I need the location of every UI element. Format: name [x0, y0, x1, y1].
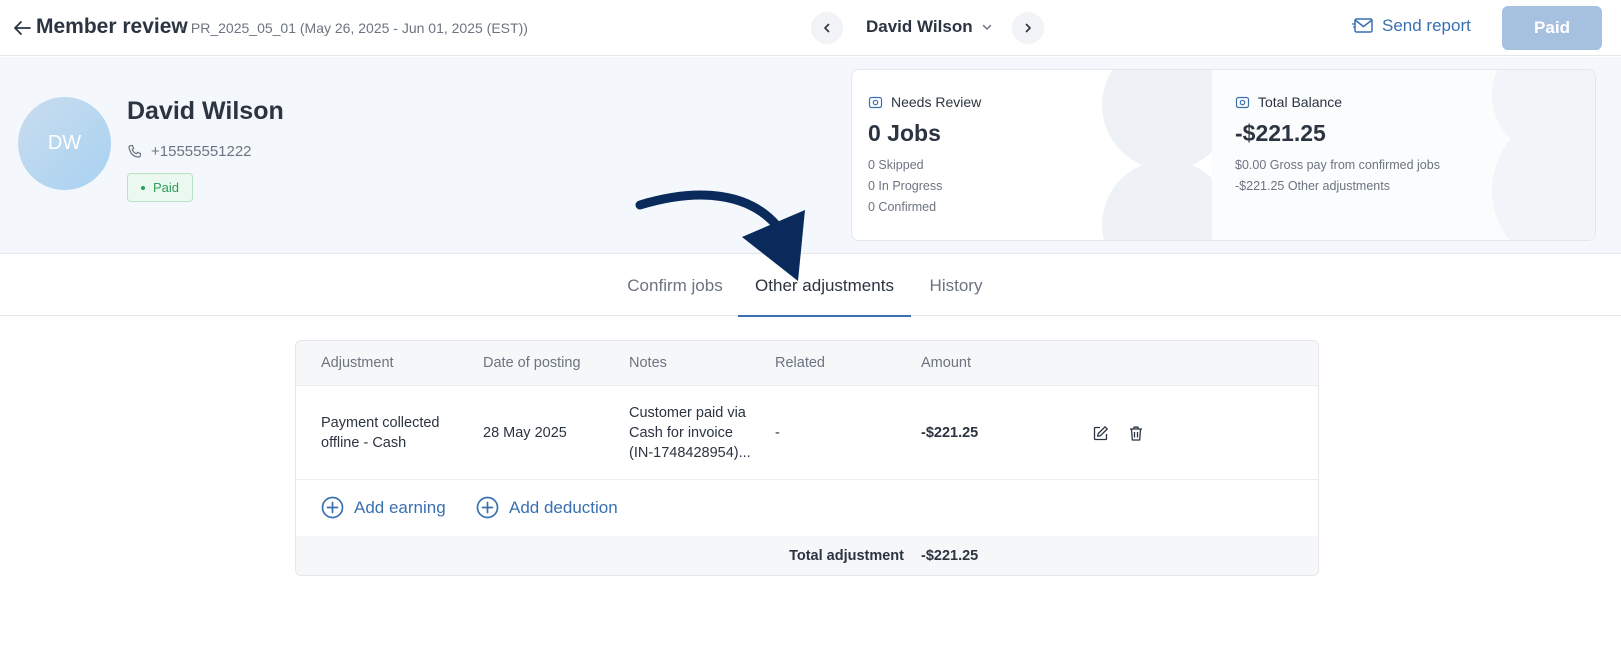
needs-review-summary: Needs Review 0 Jobs 0 Skipped 0 In Progr…	[868, 94, 981, 218]
send-report-button[interactable]: Send report	[1352, 16, 1471, 36]
column-header-adjustment: Adjustment	[321, 355, 394, 371]
plus-circle-icon	[321, 496, 344, 519]
table-row: Payment collected offline - Cash 28 May …	[296, 386, 1318, 480]
cell-related: -	[775, 425, 780, 441]
status-badge: Paid	[127, 173, 194, 202]
chevron-left-icon	[824, 23, 830, 33]
send-report-label: Send report	[1382, 16, 1471, 35]
tab-bar: Confirm jobs Other adjustments History	[0, 255, 1621, 317]
cell-notes-line: Cash for invoice	[629, 425, 733, 441]
other-adjustments-line: -$221.25 Other adjustments	[1235, 179, 1390, 193]
add-earning-button[interactable]: Add earning	[321, 496, 446, 519]
page-title: Member review	[36, 15, 188, 38]
total-row: Total adjustment -$221.25	[296, 536, 1318, 575]
in-progress-count: 0 In Progress	[868, 179, 943, 193]
tab-history[interactable]: History	[920, 255, 992, 316]
cell-adjustment-line: offline - Cash	[321, 435, 407, 451]
member-select[interactable]: David Wilson	[866, 17, 993, 37]
member-phone-text: +15555551222	[151, 143, 252, 160]
edit-icon[interactable]	[1089, 422, 1111, 444]
active-tab-indicator	[738, 315, 911, 317]
total-adjustment-value: -$221.25	[921, 548, 979, 564]
total-balance-details: $0.00 Gross pay from confirmed jobs -$22…	[1235, 155, 1440, 197]
column-header-date: Date of posting	[483, 355, 581, 371]
cell-date: 28 May 2025	[483, 425, 567, 441]
skipped-count: 0 Skipped	[868, 158, 924, 172]
paid-button[interactable]: Paid	[1502, 6, 1602, 50]
needs-review-label: Needs Review	[868, 94, 981, 110]
pay-period-text: PR_2025_05_01 (May 26, 2025 - Jun 01, 20…	[190, 20, 528, 36]
confirmed-count: 0 Confirmed	[868, 200, 937, 214]
gear-icon	[1235, 96, 1250, 108]
member-select-label: David Wilson	[866, 17, 973, 36]
tab-other-adjustments-label: Other adjustments	[755, 275, 894, 295]
avatar: DW	[18, 97, 111, 190]
chevron-down-icon	[982, 24, 991, 30]
trash-icon[interactable]	[1125, 422, 1147, 444]
avatar-initials: DW	[47, 132, 82, 154]
previous-member-button[interactable]	[811, 12, 843, 44]
phone-icon	[128, 144, 142, 158]
add-deduction-button[interactable]: Add deduction	[476, 496, 618, 519]
cell-adjustment: Payment collected offline - Cash	[321, 413, 439, 453]
column-header-notes: Notes	[629, 355, 667, 371]
member-header: DW David Wilson +15555551222 Paid Needs …	[0, 57, 1621, 254]
total-balance-label-text: Total Balance	[1258, 94, 1343, 110]
cell-adjustment-line: Payment collected	[321, 415, 440, 431]
table-header: Adjustment Date of posting Notes Related…	[296, 341, 1318, 386]
gear-icon	[868, 96, 883, 108]
status-dot	[141, 185, 145, 190]
add-actions-row: Add earning Add deduction	[296, 480, 1318, 536]
total-balance-label: Total Balance	[1235, 94, 1440, 110]
member-phone: +15555551222	[127, 143, 252, 160]
top-bar: Member review • PR_2025_05_01 (May 26, 20…	[0, 0, 1621, 56]
arrow-left-icon[interactable]	[10, 16, 34, 40]
needs-review-label-text: Needs Review	[891, 94, 982, 110]
needs-review-value: 0 Jobs	[868, 120, 941, 146]
envelope-icon	[1352, 18, 1373, 33]
next-member-button[interactable]	[1012, 12, 1044, 44]
column-header-related: Related	[775, 355, 825, 371]
cell-notes-line: Customer paid via	[629, 405, 746, 421]
column-header-amount: Amount	[921, 355, 971, 371]
cell-amount: -$221.25	[921, 425, 979, 441]
cell-notes: Customer paid via Cash for invoice (IN-1…	[629, 403, 751, 463]
add-earning-label: Add earning	[354, 497, 446, 517]
needs-review-details: 0 Skipped 0 In Progress 0 Confirmed	[868, 155, 981, 218]
plus-circle-icon	[476, 496, 499, 519]
status-badge-label: Paid	[153, 180, 180, 195]
tab-other-adjustments[interactable]: Other adjustments	[738, 255, 911, 317]
chevron-right-icon	[1025, 23, 1031, 33]
tab-confirm-jobs[interactable]: Confirm jobs	[621, 255, 729, 316]
total-balance-value: -$221.25	[1235, 120, 1326, 146]
total-balance-summary: Total Balance -$221.25 $0.00 Gross pay f…	[1235, 94, 1440, 197]
pay-period: • PR_2025_05_01 (May 26, 2025 - Jun 01, 2…	[180, 20, 528, 36]
add-deduction-label: Add deduction	[509, 497, 618, 517]
adjustments-table: Adjustment Date of posting Notes Related…	[295, 340, 1319, 576]
total-adjustment-label: Total adjustment	[789, 548, 904, 564]
member-name: David Wilson	[127, 97, 284, 125]
gross-pay-line: $0.00 Gross pay from confirmed jobs	[1235, 158, 1440, 172]
summary-card: Needs Review 0 Jobs 0 Skipped 0 In Progr…	[851, 69, 1596, 241]
cell-notes-line: (IN-1748428954)...	[629, 445, 751, 461]
